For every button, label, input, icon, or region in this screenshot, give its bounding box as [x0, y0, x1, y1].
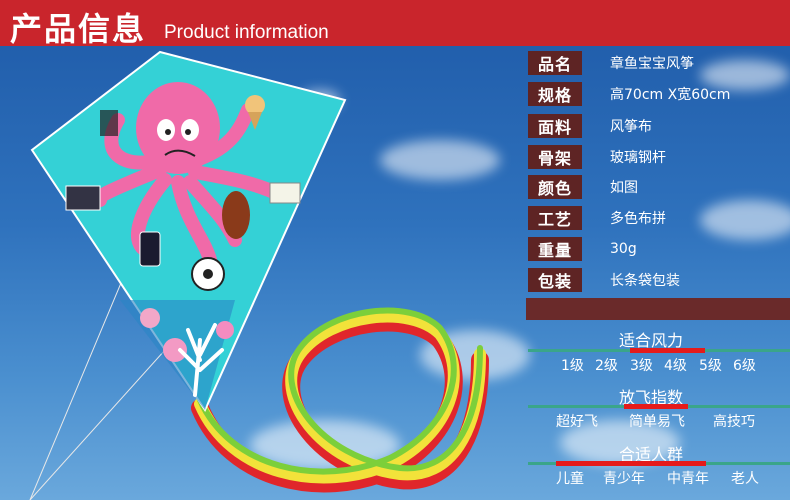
- spec-value-weight: 30g: [610, 241, 637, 257]
- coral-flower: [163, 338, 187, 362]
- spec-label-package: 包装: [528, 268, 582, 292]
- difficulty-level-easy: 超好飞: [556, 414, 598, 430]
- spec-label-name: 品名: [528, 51, 582, 75]
- difficulty-level-simple: 简单易飞: [629, 414, 685, 430]
- audience-adults: 中青年: [667, 471, 709, 487]
- wind-level-3: 3级: [630, 358, 653, 374]
- violin: [222, 191, 250, 239]
- wind-level-5: 5级: [699, 358, 722, 374]
- phone: [139, 231, 161, 267]
- coral-flower: [216, 321, 234, 339]
- wind-scale-selected: [630, 348, 705, 353]
- section-divider: [526, 298, 790, 320]
- audience-elderly: 老人: [731, 471, 759, 487]
- spec-label-weight: 重量: [528, 237, 582, 261]
- product-banner: 产品信息 Product information 品名 章鱼宝宝风筝 规格 高7…: [0, 0, 790, 500]
- spec-label-craft: 工艺: [528, 206, 582, 230]
- wind-level-4: 4级: [664, 358, 687, 374]
- spec-label-frame: 骨架: [528, 145, 582, 169]
- laptop: [65, 185, 101, 211]
- audience-teens: 青少年: [603, 471, 645, 487]
- coral-flower: [140, 308, 160, 328]
- spec-value-fabric: 风筝布: [610, 119, 652, 135]
- spec-value-size: 高70cm X宽60cm: [610, 87, 731, 103]
- octopus-head: [136, 82, 220, 174]
- spec-value-frame: 玻璃钢杆: [610, 150, 666, 166]
- audience-selected: [556, 461, 706, 466]
- spec-label-size: 规格: [528, 82, 582, 106]
- spec-value-package: 长条袋包装: [610, 273, 680, 289]
- spec-value-craft: 多色布拼: [610, 211, 666, 227]
- wind-level-1: 1级: [561, 358, 584, 374]
- fly-swatter: [100, 110, 118, 136]
- difficulty-selected: [624, 404, 688, 409]
- audience-children: 儿童: [556, 471, 584, 487]
- spec-value-color: 如图: [610, 180, 638, 196]
- difficulty-level-advanced: 高技巧: [713, 414, 755, 430]
- spec-label-fabric: 面料: [528, 114, 582, 138]
- wind-level-6: 6级: [733, 358, 756, 374]
- spec-value-name: 章鱼宝宝风筝: [610, 56, 694, 72]
- book: [269, 182, 301, 204]
- wind-level-2: 2级: [595, 358, 618, 374]
- spec-label-color: 颜色: [528, 175, 582, 199]
